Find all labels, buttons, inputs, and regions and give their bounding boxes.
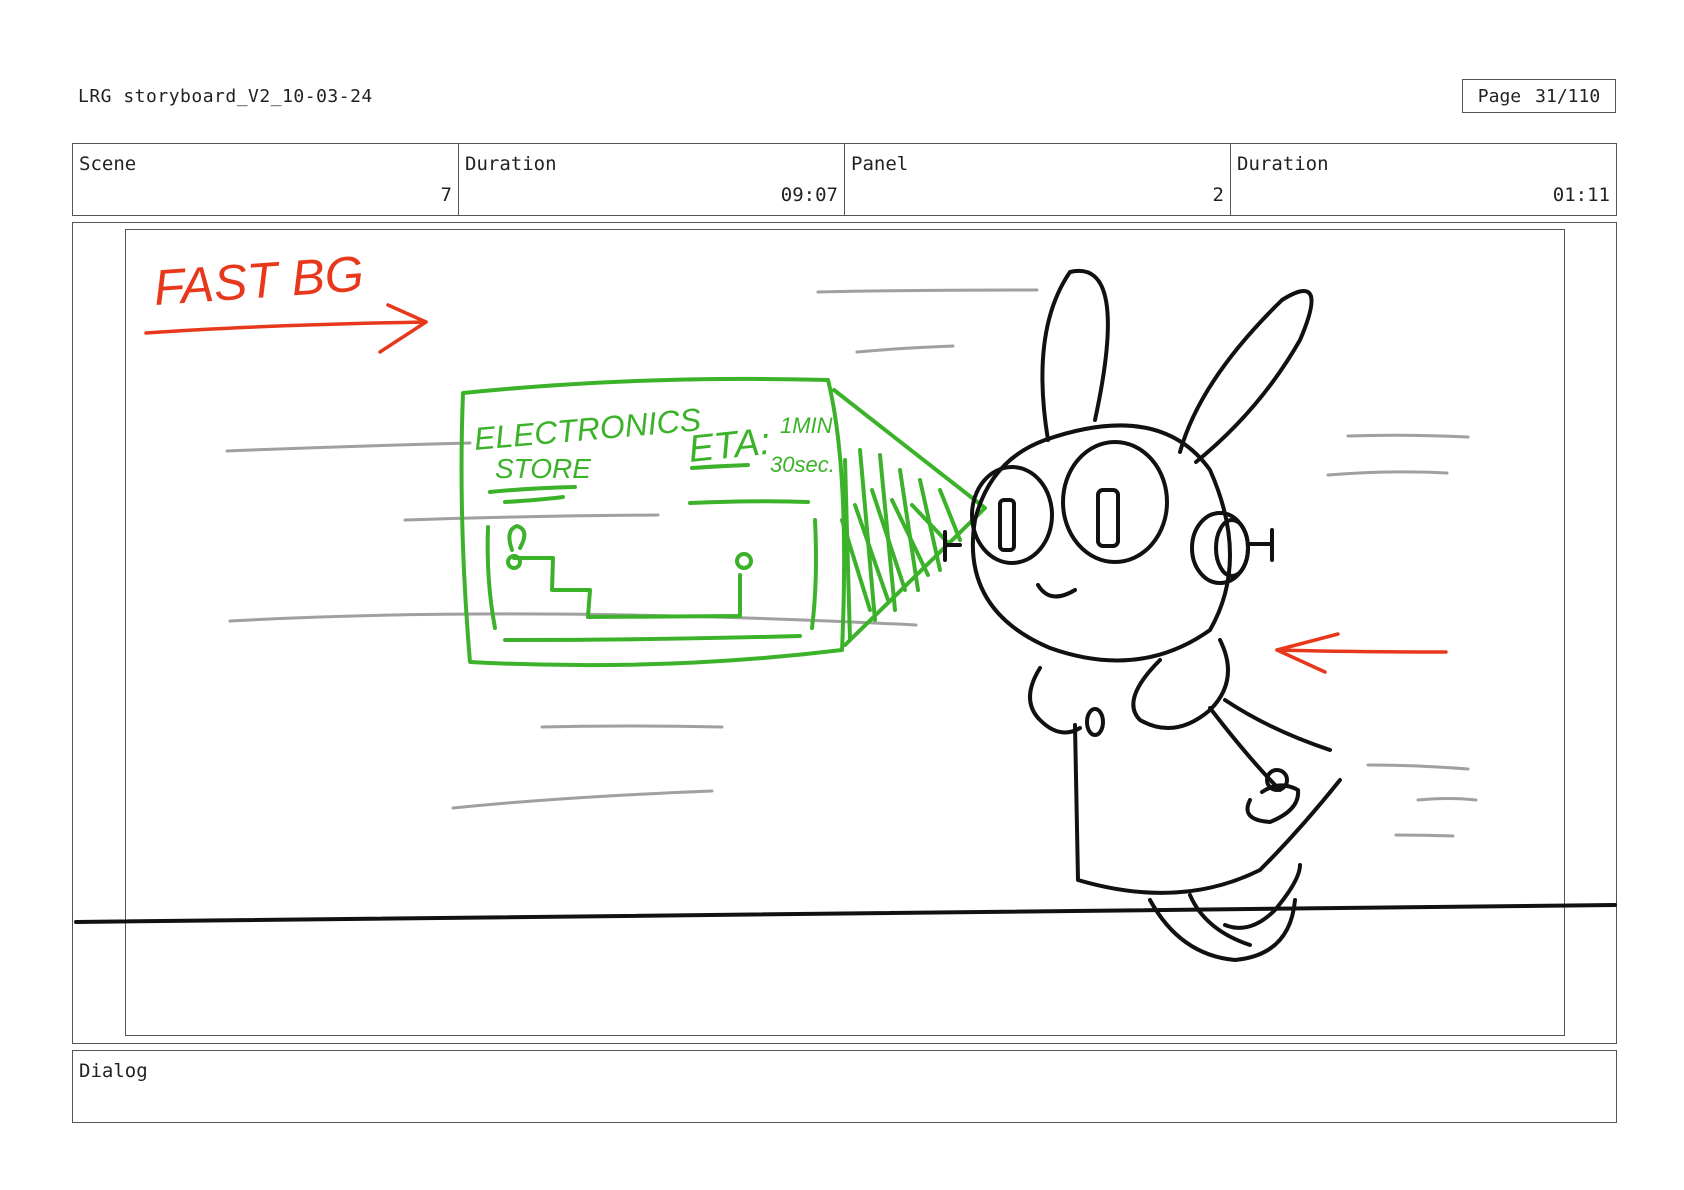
panel-label: Panel — [851, 153, 909, 175]
document-title: LRG storyboard_V2_10-03-24 — [78, 86, 373, 107]
panel-duration-label: Duration — [1237, 153, 1329, 175]
dialog-label: Dialog — [79, 1060, 148, 1082]
scene-duration-cell: Duration 09:07 — [459, 144, 845, 215]
scene-cell: Scene 7 — [73, 144, 459, 215]
scene-value: 7 — [440, 184, 452, 206]
page-number: 31/110 — [1535, 85, 1601, 107]
panel-cell: Panel 2 — [845, 144, 1231, 215]
scene-duration-value: 09:07 — [780, 184, 838, 206]
panel-duration-cell: Duration 01:11 — [1231, 144, 1616, 215]
panel-duration-value: 01:11 — [1552, 184, 1610, 206]
scene-duration-label: Duration — [465, 153, 557, 175]
storyboard-frame-safe-area — [125, 229, 1565, 1036]
scene-label: Scene — [79, 153, 137, 175]
dialog-box: Dialog — [72, 1050, 1617, 1123]
panel-value: 2 — [1212, 184, 1224, 206]
panel-info-row: Scene 7 Duration 09:07 Panel 2 Duration … — [72, 143, 1617, 216]
page-indicator: Page 31/110 — [1462, 79, 1616, 113]
page-label: Page — [1477, 85, 1522, 107]
